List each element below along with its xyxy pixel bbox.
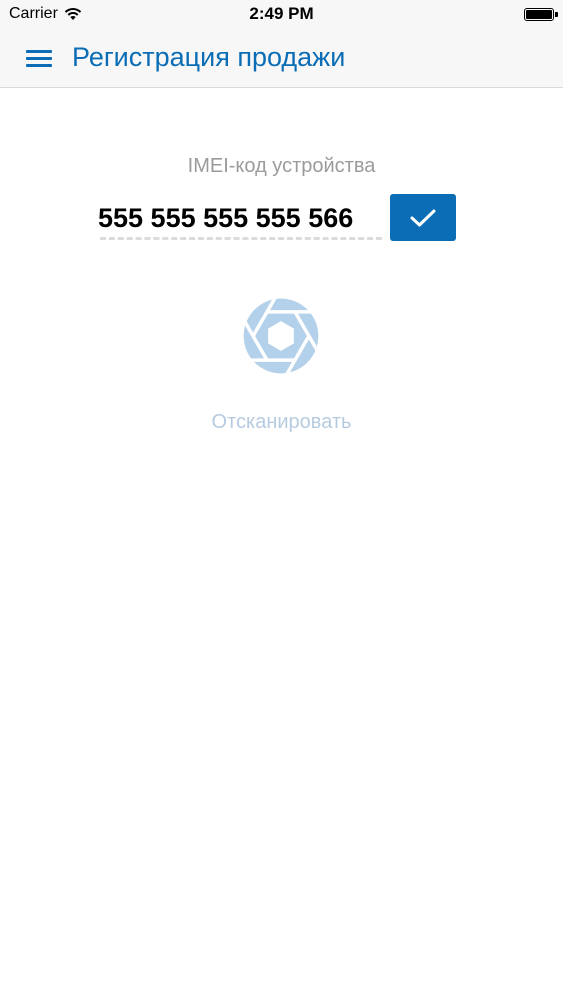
camera-aperture-icon[interactable] (242, 297, 320, 375)
confirm-imei-button[interactable] (390, 194, 456, 241)
imei-input-underline (100, 237, 382, 240)
menu-line (26, 64, 52, 67)
imei-input[interactable] (98, 198, 382, 238)
status-bar: Carrier 2:49 PM (0, 0, 563, 30)
battery-level (526, 10, 552, 19)
hamburger-menu-icon[interactable] (26, 48, 54, 70)
battery-tip (555, 12, 558, 17)
status-time: 2:49 PM (249, 4, 314, 23)
scan-button-label[interactable]: Отсканировать (0, 411, 563, 434)
checkmark-icon (410, 209, 436, 226)
navigation-bar: Регистрация продажи (0, 30, 563, 88)
page-title: Регистрация продажи (72, 42, 346, 72)
imei-label: IMEI-код устройства (187, 155, 376, 177)
menu-line (26, 57, 52, 60)
battery-icon (524, 8, 554, 21)
menu-line (26, 50, 52, 53)
